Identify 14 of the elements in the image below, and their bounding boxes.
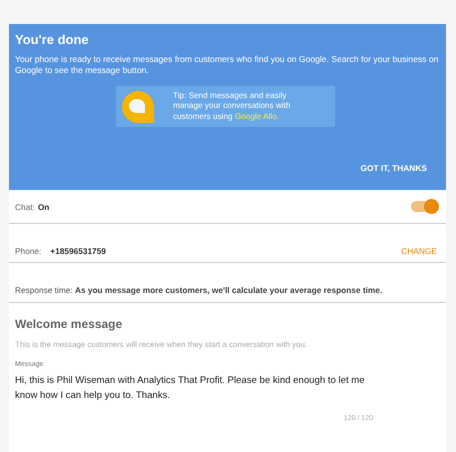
- section-title: Welcome message: [15, 317, 124, 331]
- phone-label: Phone:: [15, 246, 42, 256]
- phone-number: +18596531759: [50, 246, 106, 256]
- response-time-text: Response time: As you message more customers, we'll calculate your average response time.: [15, 285, 382, 297]
- banner-title: You're done: [15, 32, 90, 47]
- chat-bubble-icon: [121, 90, 155, 124]
- chat-toggle[interactable]: [411, 201, 437, 212]
- chat-status: On: [38, 202, 50, 212]
- google-allo-link[interactable]: Google Allo.: [234, 112, 280, 121]
- change-button[interactable]: CHANGE: [401, 246, 437, 256]
- banner-text: Your phone is ready to receive messages from customers who find you on Google. Search for your business on Google to see the message button.: [15, 54, 440, 75]
- tip-text: Tip: Send messages and easily manage your conversations with customers using Google Allo.: [173, 91, 292, 122]
- got-it-button[interactable]: GOT IT, THANKS: [360, 163, 427, 173]
- chat-label: Chat:: [15, 202, 35, 212]
